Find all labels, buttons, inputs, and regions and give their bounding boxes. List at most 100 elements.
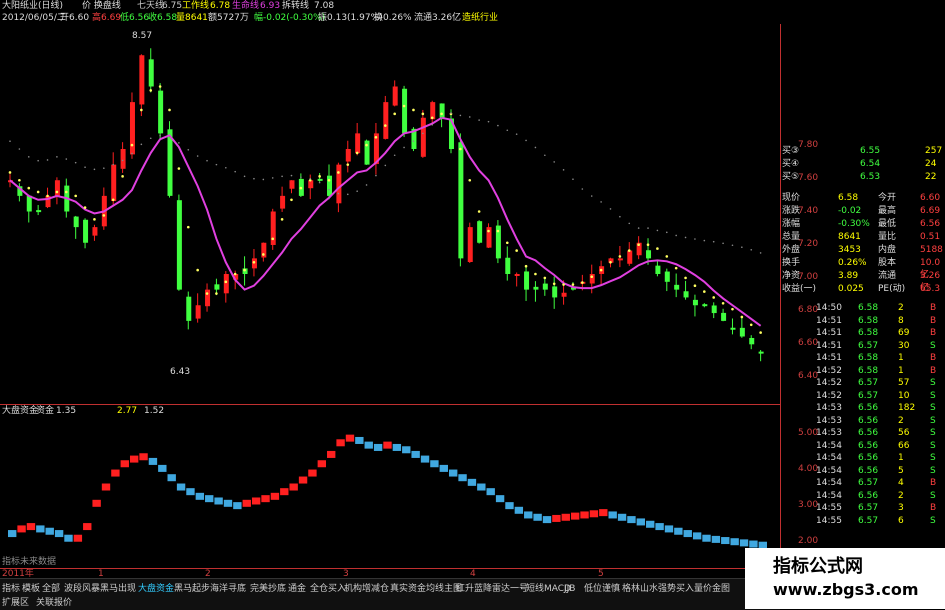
ma-dot-grey (722, 242, 724, 245)
tick-time: 14:51 (816, 328, 842, 338)
tick-side: B (930, 303, 937, 313)
sub-chart-label2: 资金 (36, 406, 55, 416)
ma-dot-grey (422, 132, 424, 135)
tab-item[interactable]: 低位谨慎 (582, 582, 622, 596)
ma-dot-grey (196, 155, 199, 157)
flow-block (486, 488, 495, 496)
tab-item[interactable]: 格林山水 (620, 582, 660, 596)
ma-dot-grey (234, 170, 236, 173)
candle-body (317, 178, 323, 181)
flow-block (580, 511, 589, 519)
high-label: 高6.69 (92, 13, 122, 23)
ma-dot-yellow (374, 135, 378, 139)
ma-dot-yellow (299, 186, 303, 190)
tab-item[interactable]: 通金 (286, 582, 308, 596)
stat-label2: 最低 (878, 219, 897, 229)
flow-block (186, 488, 195, 496)
stat-value: -0.02 (838, 206, 862, 216)
ma-dot-yellow (505, 241, 509, 245)
flow-block (242, 499, 251, 507)
tick-price: 6.57 (858, 478, 879, 488)
ma-dot-grey (459, 114, 462, 117)
ma-dot-grey (647, 227, 649, 229)
tab-item[interactable]: 机构增减仓 (342, 582, 391, 596)
candle-body (711, 305, 717, 314)
bid-row: 买⑤ 6.53 22 (780, 171, 945, 183)
tick-row: 14:51 6.58 69 B (780, 327, 945, 339)
ma-dot-yellow (749, 323, 753, 327)
ma-dot-yellow (637, 243, 640, 247)
ma-dot-yellow (111, 198, 115, 202)
candlestick-chart[interactable] (0, 24, 780, 404)
tick-time: 14:54 (816, 453, 842, 463)
ma-dot-grey (684, 236, 687, 239)
ma-dot-grey (121, 159, 124, 162)
ma-dot-yellow (280, 218, 284, 221)
tab-item[interactable]: 大盘资金 (136, 582, 176, 596)
stat-row: 总量 8641 量比 0.51 (780, 231, 945, 243)
sub-chart-value1: 1.35 (56, 406, 77, 416)
amplitude-label: 振0.13(1.97%) (318, 13, 383, 23)
tick-row: 14:54 6.57 4 B (780, 477, 945, 489)
tab-item[interactable]: 指标 (0, 582, 22, 596)
tick-volume: 69 (898, 328, 910, 338)
candle-body (205, 289, 211, 307)
volume-label: 量8641 (176, 13, 208, 23)
tick-row: 14:50 6.58 2 B (780, 302, 945, 314)
tick-row: 14:51 6.57 30 S (780, 340, 945, 352)
ma-dot-yellow (18, 178, 21, 182)
tab-item[interactable]: 全部 (40, 582, 62, 596)
stat-label2: PE(动) (878, 284, 906, 294)
candle-body (533, 286, 539, 290)
ma-dot-yellow (684, 276, 687, 280)
tick-row: 14:52 6.57 57 S (780, 377, 945, 389)
tick-time: 14:54 (816, 490, 842, 501)
tab-item[interactable]: JJB (562, 582, 577, 596)
flow-block (355, 436, 364, 444)
bid-row: 买③ 6.55 257 (780, 145, 945, 157)
stat-label2: 量比 (878, 232, 897, 242)
tick-time: 14:53 (816, 403, 842, 413)
flow-block (383, 441, 392, 449)
flow-block (402, 446, 411, 454)
tab-item[interactable]: 波段风暴 (62, 582, 102, 596)
ma-dot-yellow (233, 272, 237, 276)
tab-item[interactable]: 海洋寻底 (208, 582, 248, 596)
tick-row: 14:54 6.56 1 S (780, 452, 945, 464)
ma-dot-yellow (196, 268, 199, 272)
ma-dot-yellow (168, 108, 171, 112)
ma-dot-grey (412, 140, 415, 142)
tab-item[interactable]: 黑马起步 (172, 582, 212, 596)
candle-body (617, 258, 623, 261)
capital-flow-chart[interactable] (0, 418, 780, 563)
tab-row2-item[interactable]: 扩展区 (0, 596, 31, 610)
tick-volume: 4 (898, 478, 904, 488)
ma-dot-yellow (74, 194, 77, 198)
ma-dot-grey (318, 181, 321, 184)
tab-item[interactable]: 真实资金 (388, 582, 428, 596)
tick-volume: 30 (898, 340, 910, 351)
ma-dot-grey (487, 120, 490, 123)
flow-block (655, 523, 664, 531)
stat-value: -0.30% (838, 219, 870, 229)
ma-dot-grey (581, 188, 584, 190)
tab-item[interactable]: 模板 (20, 582, 42, 596)
tick-time: 14:50 (816, 303, 842, 313)
tab-item[interactable]: 黑马出现 (98, 582, 138, 596)
tab-item[interactable]: 量价金图 (692, 582, 732, 596)
tab-item[interactable]: 强势买入 (656, 582, 696, 596)
candle-body (721, 312, 727, 321)
tab-row2-item[interactable]: 关联报价 (34, 596, 74, 610)
ma-dot-yellow (158, 85, 162, 88)
bid-label: 买③ (782, 146, 800, 156)
ma-dot-yellow (83, 206, 87, 209)
tab-item[interactable]: 完美抄底 (248, 582, 288, 596)
stat-label: 净资 (782, 271, 801, 281)
candle-body (524, 271, 530, 290)
tick-side: B (930, 365, 937, 376)
flow-block (683, 530, 692, 538)
flow-block (674, 527, 683, 535)
sub-chart-value3: 1.52 (144, 406, 165, 416)
tick-price: 6.58 (858, 328, 879, 338)
tab-item[interactable]: 红升蓝降 (454, 582, 494, 596)
